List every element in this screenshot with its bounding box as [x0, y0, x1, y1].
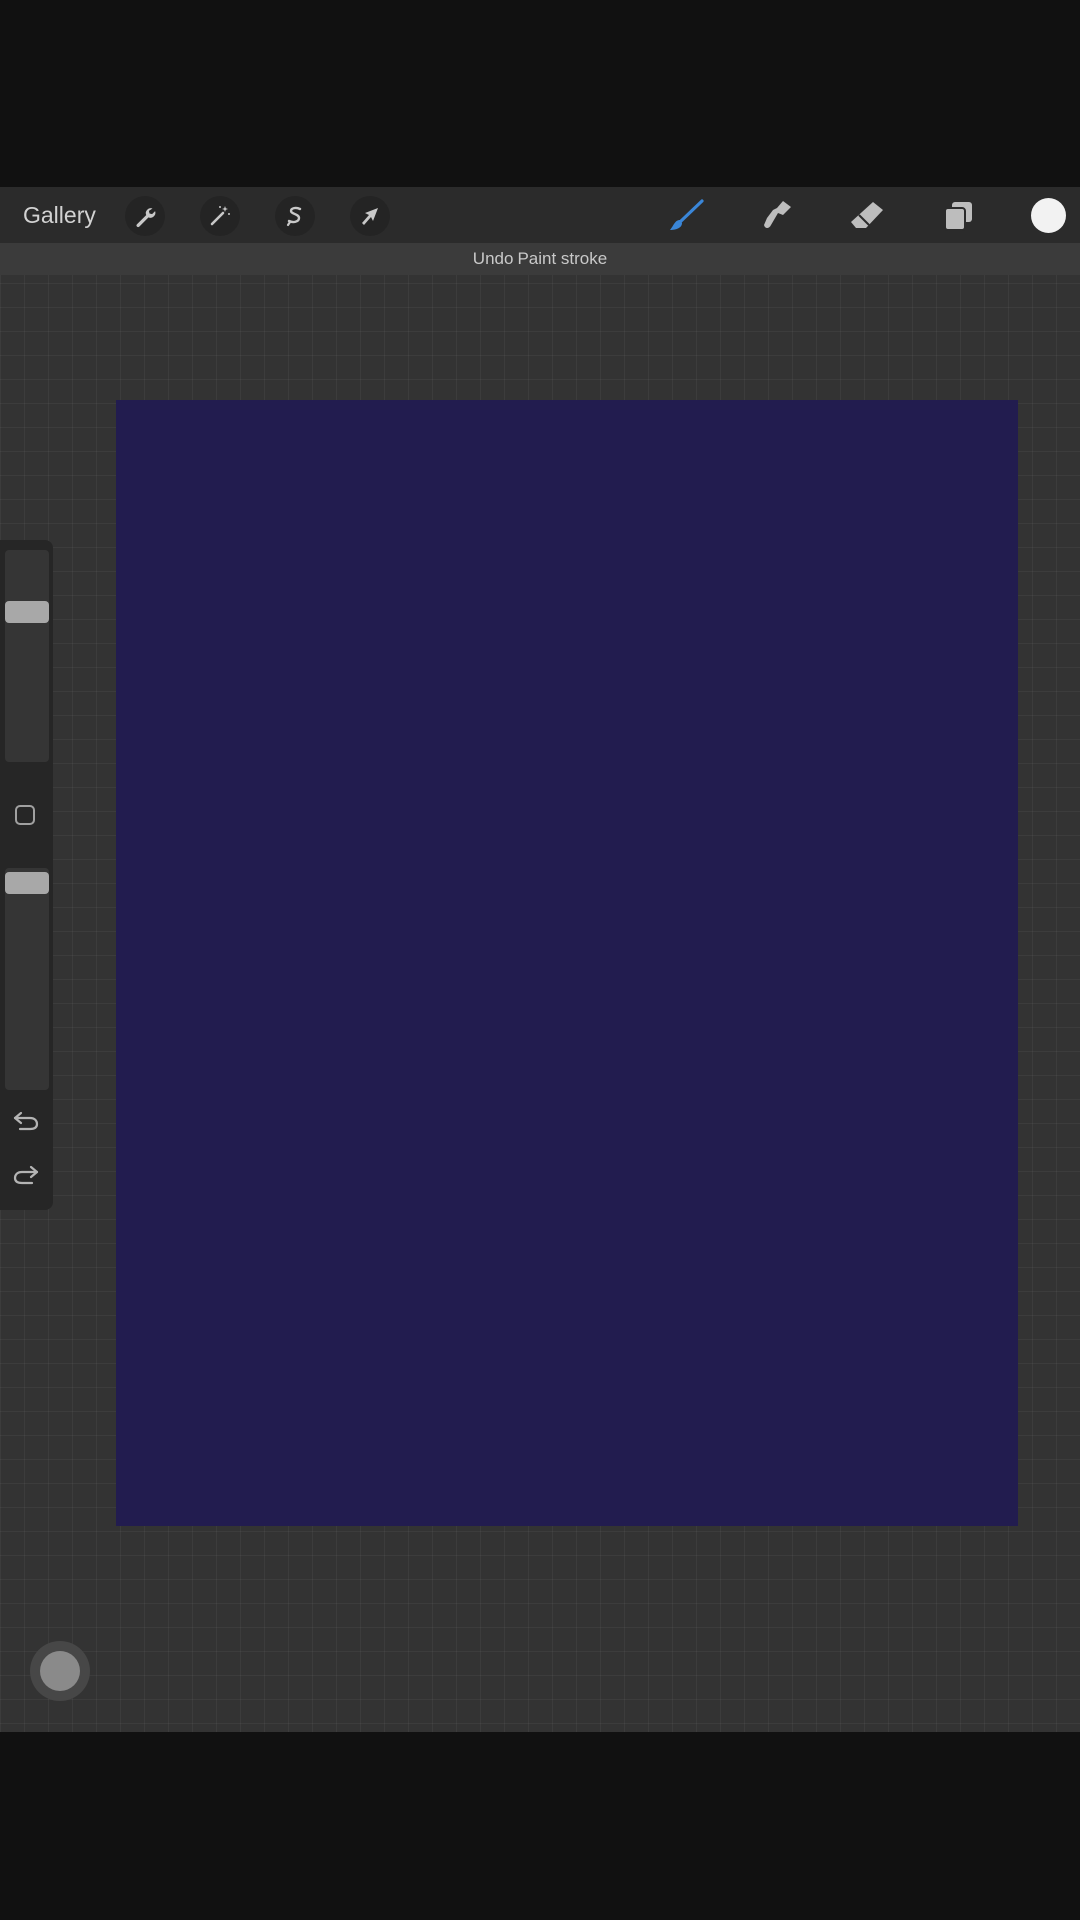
- smudge-icon: [764, 201, 791, 228]
- opacity-slider[interactable]: [5, 868, 49, 1090]
- smudge-button[interactable]: [755, 195, 799, 237]
- undo-action-label: Undo: [472, 249, 514, 268]
- opacity-handle[interactable]: [5, 872, 49, 894]
- eyedropper-icon: [40, 1651, 80, 1691]
- brush-size-slider[interactable]: [5, 550, 49, 762]
- undo-button[interactable]: [11, 1108, 41, 1134]
- undo-notification: Undo Paint stroke: [0, 243, 1080, 275]
- layers-icon: [944, 202, 972, 231]
- selection-button[interactable]: [275, 196, 315, 236]
- brush-size-handle[interactable]: [5, 601, 49, 623]
- modify-button[interactable]: [15, 805, 35, 825]
- selection-icon: [286, 206, 302, 227]
- gallery-button[interactable]: Gallery: [23, 201, 96, 229]
- eyedropper-button[interactable]: [30, 1641, 90, 1701]
- color-picker-button[interactable]: [1031, 198, 1066, 233]
- drawing-canvas[interactable]: [116, 400, 1018, 1526]
- redo-arrow-icon: [13, 1165, 39, 1185]
- transform-button[interactable]: [350, 196, 390, 236]
- layers-button[interactable]: [936, 195, 980, 237]
- paint-button[interactable]: [664, 195, 708, 237]
- eraser-button[interactable]: [845, 195, 889, 237]
- top-toolbar: Gallery: [0, 187, 1080, 243]
- undo-arrow-icon: [13, 1111, 39, 1131]
- procreate-workspace: Gallery Undo Paint stroke: [0, 187, 1080, 1732]
- undo-detail-label: Paint stroke: [517, 249, 608, 268]
- adjustments-button[interactable]: [200, 196, 240, 236]
- left-sidebar: [0, 540, 53, 1210]
- transform-arrow-icon: [362, 208, 378, 225]
- eraser-icon: [851, 202, 883, 228]
- wrench-icon: [136, 208, 156, 228]
- paintbrush-icon: [670, 199, 704, 230]
- actions-button[interactable]: [125, 196, 165, 236]
- redo-button[interactable]: [11, 1162, 41, 1188]
- magic-wand-icon: [210, 206, 230, 226]
